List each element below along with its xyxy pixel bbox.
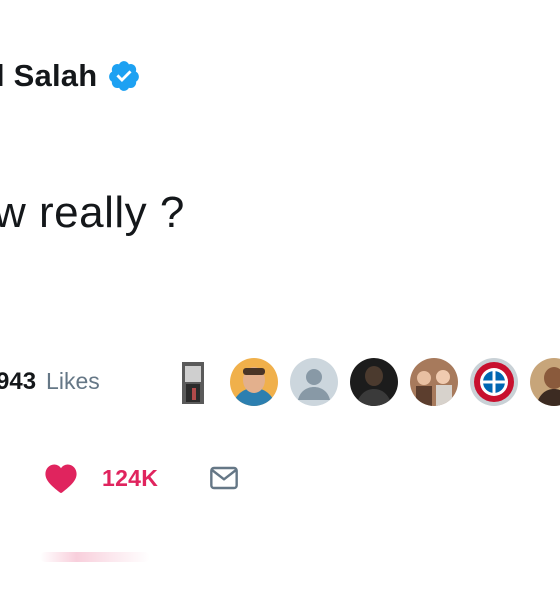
likes-stat[interactable]: 943 Likes (0, 368, 100, 396)
tweet-text: w really ? (0, 188, 185, 237)
author-name[interactable]: l Salah (0, 58, 97, 94)
mail-icon (210, 466, 239, 490)
heart-icon (45, 464, 77, 493)
avatar[interactable] (470, 358, 518, 406)
likes-count: 943 (0, 368, 37, 395)
direct-message-button[interactable] (208, 462, 240, 494)
likers-avatar-list (170, 358, 560, 406)
tweet-action-bar: 124K (44, 462, 240, 494)
likes-label: Likes (46, 368, 100, 394)
reply-preview-fragment (40, 552, 150, 562)
verified-badge-icon (109, 61, 140, 91)
like-count: 124K (102, 464, 159, 491)
avatar[interactable] (290, 358, 338, 406)
avatar[interactable] (170, 358, 218, 406)
like-button[interactable]: 124K (44, 463, 158, 493)
avatar[interactable] (230, 358, 278, 406)
avatar[interactable] (350, 358, 398, 406)
avatar[interactable] (530, 358, 560, 406)
avatar[interactable] (410, 358, 458, 406)
tweet-author[interactable]: l Salah (0, 58, 141, 94)
